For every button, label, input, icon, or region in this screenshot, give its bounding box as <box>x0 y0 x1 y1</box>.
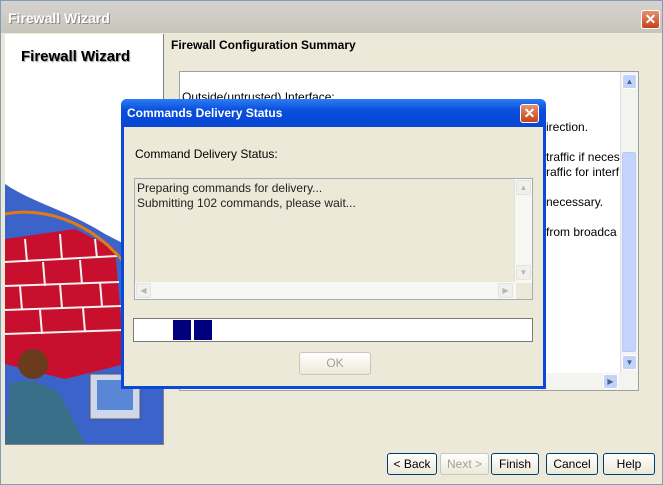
dialog-title: Commands Delivery Status <box>127 106 283 120</box>
summary-title: Firewall Configuration Summary <box>171 38 356 52</box>
summary-line: from broadca <box>546 225 617 239</box>
scroll-down-icon[interactable]: ▼ <box>516 265 531 280</box>
help-button[interactable]: Help <box>603 453 655 475</box>
scroll-down-icon[interactable]: ▼ <box>622 355 637 370</box>
scroll-thumb[interactable] <box>622 152 636 352</box>
scroll-up-icon[interactable]: ▲ <box>622 74 637 89</box>
status-label: Command Delivery Status: <box>135 147 278 161</box>
scroll-right-icon[interactable]: ▶ <box>603 374 618 389</box>
finish-button[interactable]: Finish <box>491 453 539 475</box>
summary-line: raffic for interf <box>546 165 620 179</box>
window-close-icon[interactable]: ✕ <box>641 10 660 29</box>
log-line: Preparing commands for delivery... <box>137 181 323 195</box>
log-line: Submitting 102 commands, please wait... <box>137 196 356 210</box>
progress-block <box>194 320 212 340</box>
summary-vertical-scrollbar[interactable]: ▲ ▼ <box>620 72 638 390</box>
delivery-log[interactable]: Preparing commands for delivery... Submi… <box>134 178 533 300</box>
delivery-progress-bar <box>133 318 533 342</box>
dialog-body: Command Delivery Status: Preparing comma… <box>124 127 543 386</box>
summary-line: necessary. <box>546 195 604 209</box>
scroll-left-icon[interactable]: ◀ <box>136 283 151 298</box>
log-vertical-scrollbar[interactable]: ▲ ▼ <box>514 179 532 283</box>
dialog-close-icon[interactable]: ✕ <box>520 104 539 123</box>
ok-button[interactable]: OK <box>299 352 371 375</box>
log-horizontal-scrollbar[interactable]: ◀ ▶ <box>135 282 516 299</box>
dialog-titlebar[interactable]: Commands Delivery Status ✕ <box>121 99 546 127</box>
window-title: Firewall Wizard <box>8 10 110 26</box>
summary-line: traffic if neces <box>546 150 620 164</box>
commands-delivery-dialog: Commands Delivery Status ✕ Command Deliv… <box>121 99 546 389</box>
cancel-button[interactable]: Cancel <box>546 453 598 475</box>
window-titlebar[interactable]: Firewall Wizard ✕ <box>1 1 662 33</box>
back-button[interactable]: < Back <box>387 453 437 475</box>
progress-block <box>173 320 191 340</box>
scroll-up-icon[interactable]: ▲ <box>516 180 531 195</box>
scroll-right-icon[interactable]: ▶ <box>498 283 513 298</box>
summary-line: irection. <box>546 120 589 134</box>
next-button[interactable]: Next > <box>440 453 489 475</box>
